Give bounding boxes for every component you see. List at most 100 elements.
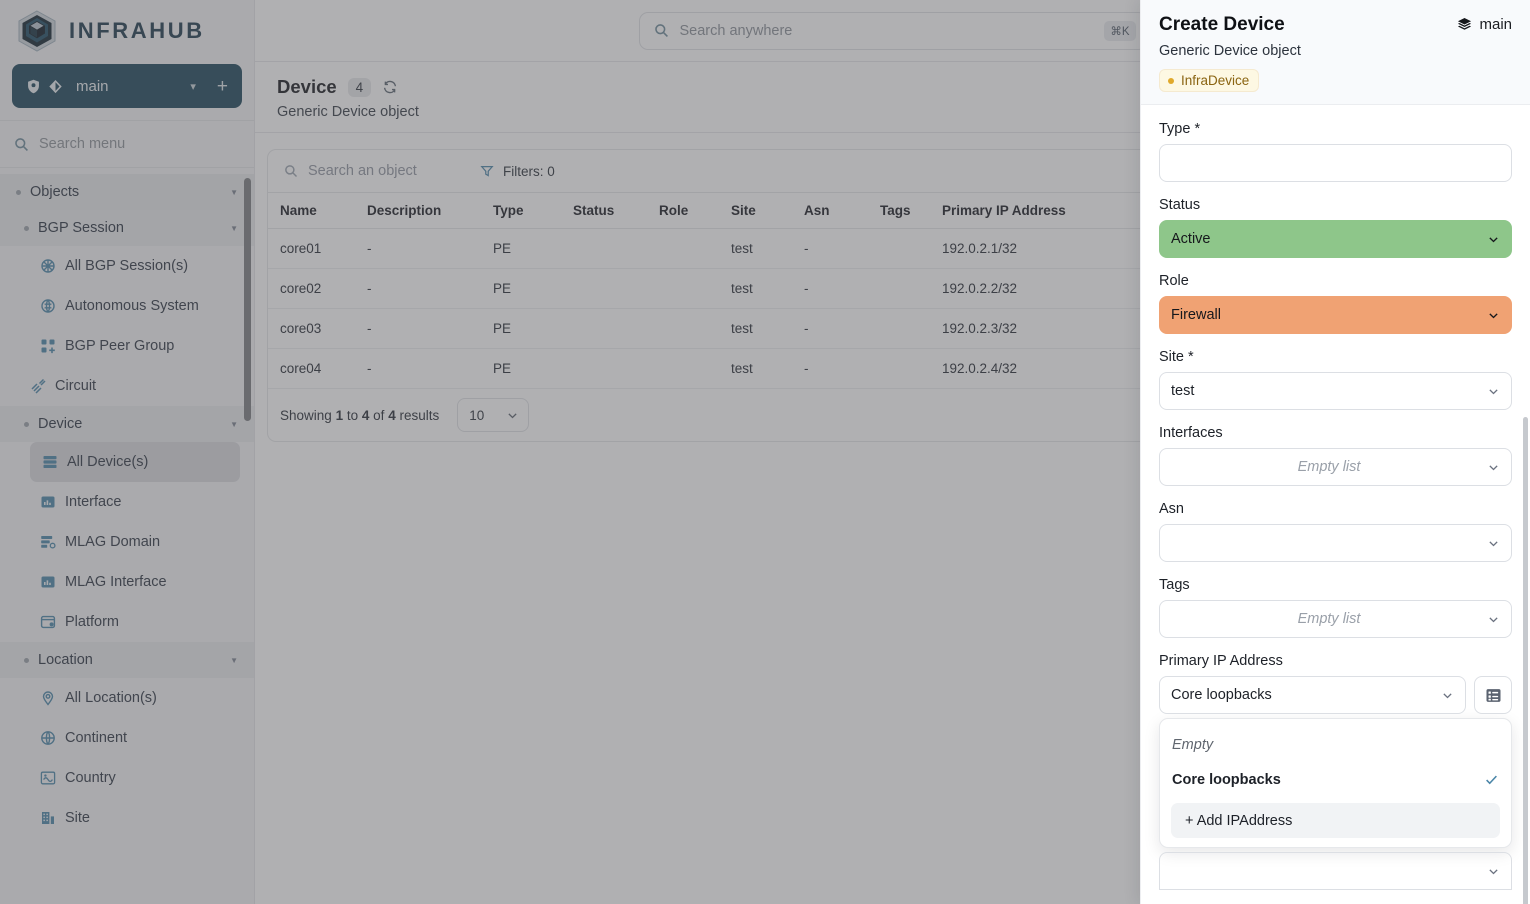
dropdown-add-ipaddress-button[interactable]: + Add IPAddress	[1171, 803, 1500, 838]
sidebar-item-site[interactable]: Site	[0, 798, 254, 838]
table-cell-site: test	[725, 269, 798, 309]
dropdown-option-empty[interactable]: Empty	[1160, 727, 1511, 762]
select-tags-value: Empty list	[1171, 611, 1487, 627]
field-label-type: Type *	[1159, 121, 1512, 137]
chevron-down-icon[interactable]: ▾	[190, 80, 196, 93]
sidebar-search-placeholder: Search menu	[39, 136, 125, 152]
filters-button[interactable]: Filters: 0	[480, 164, 555, 179]
caret-down-icon: ▼	[230, 656, 238, 665]
select-role[interactable]: Firewall	[1159, 296, 1512, 334]
dropdown-add-label: + Add IPAddress	[1185, 813, 1292, 829]
branch-selector[interactable]: main ▾ +	[12, 64, 242, 108]
sidebar-item-platform[interactable]: Platform	[0, 602, 254, 642]
chevron-down-icon	[1487, 613, 1500, 626]
sidebar-item-circuit[interactable]: Circuit	[0, 366, 254, 406]
table-cell-description: -	[361, 269, 487, 309]
select-interfaces[interactable]: Empty list	[1159, 448, 1512, 486]
sidebar-item-mlag-interface[interactable]: MLAG Interface	[0, 562, 254, 602]
sidebar-search[interactable]: Search menu	[0, 120, 254, 168]
field-type: Type *	[1159, 121, 1512, 182]
sidebar-item-label: Continent	[65, 730, 127, 746]
layers-icon	[1457, 17, 1472, 32]
circuit-icon	[30, 378, 46, 394]
chevron-down-icon	[1487, 537, 1500, 550]
bullet-icon	[24, 226, 29, 231]
sidebar-item-country[interactable]: Country	[0, 758, 254, 798]
select-status[interactable]: Active	[1159, 220, 1512, 258]
sidebar-group-objects[interactable]: Objects ▼	[0, 174, 254, 210]
panel-header: Create Device main Generic Device object…	[1141, 0, 1530, 105]
global-search-input[interactable]: Search anywhere ⌘K	[639, 12, 1147, 50]
platform-icon	[40, 614, 56, 630]
chevron-down-icon	[1487, 309, 1500, 322]
page-size-select[interactable]: 10	[457, 398, 529, 432]
table-cell-site: test	[725, 309, 798, 349]
sidebar-group-device[interactable]: Device ▼	[0, 406, 254, 442]
field-status: Status Active	[1159, 197, 1512, 258]
table-cell-role	[653, 349, 725, 389]
table-cell-description: -	[361, 349, 487, 389]
dropdown-option-label: Empty	[1172, 737, 1213, 753]
column-header-tags[interactable]: Tags	[874, 193, 936, 229]
select-primary-ip[interactable]: Core loopbacks	[1159, 676, 1466, 714]
sidebar-item-mlag-domain[interactable]: MLAG Domain	[0, 522, 254, 562]
table-cell-site: test	[725, 229, 798, 269]
column-header-name[interactable]: Name	[268, 193, 361, 229]
table-cell-asn: -	[798, 349, 874, 389]
sidebar-item-all-bgp-sessions[interactable]: All BGP Session(s)	[0, 246, 254, 286]
sidebar-item-autonomous-system[interactable]: Autonomous System	[0, 286, 254, 326]
sidebar-scrollbar[interactable]	[244, 178, 251, 421]
dropdown-option-core-loopbacks[interactable]: Core loopbacks	[1160, 762, 1511, 797]
bullet-icon	[24, 422, 29, 427]
sidebar-group-location[interactable]: Location ▼	[0, 642, 254, 678]
sidebar-item-label: Autonomous System	[65, 298, 199, 314]
brand-logo[interactable]: INFRAHUB	[0, 0, 254, 62]
sidebar-item-all-devices[interactable]: All Device(s)	[30, 442, 240, 482]
field-label-tags: Tags	[1159, 577, 1512, 593]
refresh-icon[interactable]	[382, 79, 398, 95]
sidebar-group-bgp-session[interactable]: BGP Session ▼	[0, 210, 254, 246]
sidebar-item-label: Site	[65, 810, 90, 826]
select-site[interactable]: test	[1159, 372, 1512, 410]
dropdown-option-label: Core loopbacks	[1172, 772, 1281, 788]
chevron-down-icon	[506, 409, 519, 422]
field-label-primary-ip: Primary IP Address	[1159, 653, 1512, 669]
table-cell-type: PE	[487, 229, 567, 269]
object-kind-badge: InfraDevice	[1159, 69, 1259, 92]
sidebar-item-label: Country	[65, 770, 116, 786]
select-asn[interactable]	[1159, 524, 1512, 562]
bullet-icon	[24, 658, 29, 663]
primary-ip-list-button[interactable]	[1474, 676, 1512, 714]
results-mid: to	[347, 408, 358, 423]
column-header-description[interactable]: Description	[361, 193, 487, 229]
next-field-partial[interactable]	[1159, 852, 1512, 890]
column-header-type[interactable]: Type	[487, 193, 567, 229]
sidebar-item-continent[interactable]: Continent	[0, 718, 254, 758]
page-size-value: 10	[469, 408, 484, 423]
input-type[interactable]	[1159, 144, 1512, 182]
column-header-asn[interactable]: Asn	[798, 193, 874, 229]
list-view-icon	[1485, 687, 1502, 704]
select-interfaces-value: Empty list	[1171, 459, 1487, 475]
field-role: Role Firewall	[1159, 273, 1512, 334]
column-header-status[interactable]: Status	[567, 193, 653, 229]
results-total: 4	[388, 408, 396, 423]
column-header-site[interactable]: Site	[725, 193, 798, 229]
interface-icon	[40, 494, 56, 510]
caret-down-icon: ▼	[230, 188, 238, 197]
sidebar-menu: Objects ▼ BGP Session ▼ All BGP Session(…	[0, 168, 254, 904]
table-cell-status	[567, 229, 653, 269]
table-cell-name: core04	[268, 349, 361, 389]
sidebar-item-interface[interactable]: Interface	[0, 482, 254, 522]
sidebar-item-label: All Device(s)	[67, 454, 148, 470]
column-header-role[interactable]: Role	[653, 193, 725, 229]
object-search-input[interactable]: Search an object	[284, 163, 480, 179]
showing-prefix: Showing	[280, 408, 332, 423]
sidebar-item-bgp-peer-group[interactable]: BGP Peer Group	[0, 326, 254, 366]
sidebar: INFRAHUB main ▾ + Se	[0, 0, 255, 904]
sidebar-item-label: Circuit	[55, 378, 96, 394]
sidebar-item-all-locations[interactable]: All Location(s)	[0, 678, 254, 718]
plus-icon[interactable]: +	[203, 77, 228, 96]
select-tags[interactable]: Empty list	[1159, 600, 1512, 638]
panel-scrollbar[interactable]	[1523, 417, 1528, 904]
